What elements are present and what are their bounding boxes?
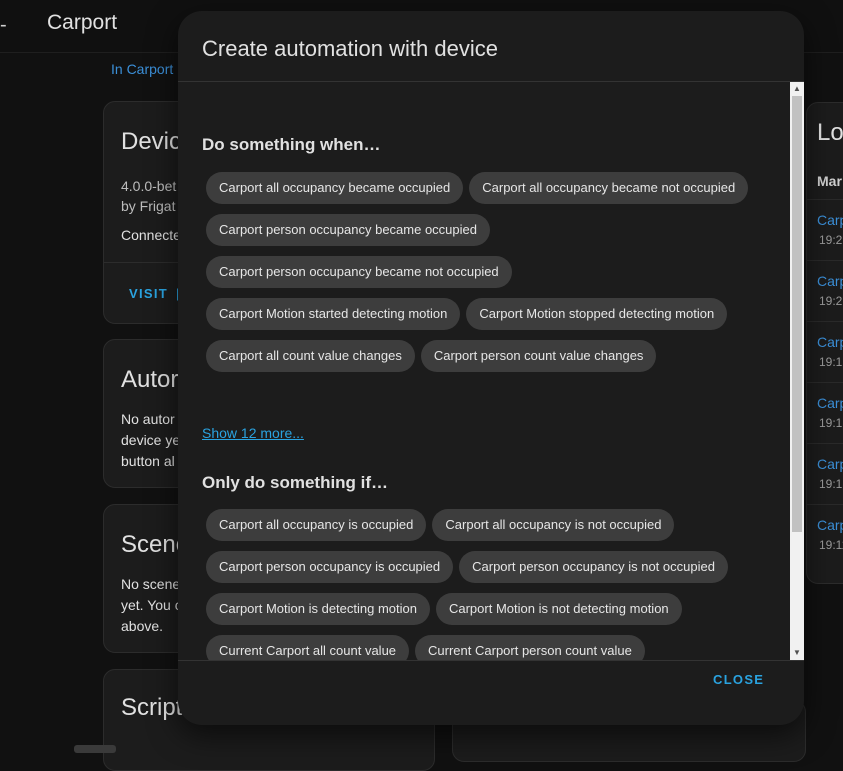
condition-chip[interactable]: Carport person occupancy is not occupied — [459, 551, 728, 583]
logbook-entry-time: 19:12 — [819, 477, 843, 491]
condition-chip[interactable]: Carport all occupancy is occupied — [206, 509, 427, 541]
trigger-chip[interactable]: Carport all count value changes — [206, 340, 415, 372]
scenes-text-line: No scene — [121, 576, 181, 592]
logbook-entry-name[interactable]: Carp — [817, 456, 843, 472]
show-more-link[interactable]: Show 12 more... — [202, 425, 304, 441]
logbook-entry-name[interactable]: Carp — [817, 517, 843, 533]
trigger-chip[interactable]: Carport all occupancy became occupied — [206, 172, 464, 204]
logbook-entry-name[interactable]: Carp — [817, 395, 843, 411]
scroll-up-arrow-icon[interactable]: ▲ — [790, 82, 804, 96]
taskbar-button[interactable] — [74, 745, 116, 753]
logbook-date: Mar — [817, 173, 842, 189]
dialog-scrollbar[interactable]: ▲ ▼ — [790, 82, 804, 660]
trigger-chip[interactable]: Carport person count value changes — [420, 340, 657, 372]
scrollbar-thumb[interactable] — [792, 96, 802, 532]
logbook-entry-name[interactable]: Carp — [817, 212, 843, 228]
device-card-title: Devic — [121, 128, 182, 155]
dialog-footer-divider — [178, 660, 804, 661]
condition-chip[interactable]: Current Carport person count value — [415, 635, 645, 660]
scenes-text-line: above. — [121, 618, 164, 634]
condition-chip[interactable]: Carport Motion is not detecting motion — [435, 593, 682, 625]
conditions-heading: Only do something if… — [202, 473, 389, 492]
logbook-entry[interactable]: Carp 19:12 — [807, 382, 843, 443]
logbook-entry-time: 19:11 — [819, 538, 843, 552]
trigger-chip[interactable]: Carport Motion stopped detecting motion — [466, 298, 728, 330]
page-title: Carport — [47, 11, 118, 34]
trigger-chip[interactable]: Carport person occupancy became not occu… — [206, 256, 512, 288]
logbook-entry-name[interactable]: Carp — [817, 334, 843, 350]
condition-chip[interactable]: Current Carport all count value — [206, 635, 410, 660]
logbook-entry[interactable]: Carp 19:22 — [807, 260, 843, 321]
triggers-heading: Do something when… — [202, 135, 381, 154]
trigger-chip[interactable]: Carport all occupancy became not occupie… — [469, 172, 749, 204]
logbook-entry[interactable]: Carp 19:11 — [807, 504, 843, 565]
scroll-down-arrow-icon[interactable]: ▼ — [790, 646, 804, 660]
logbook-entry[interactable]: Carp 19:12 — [807, 321, 843, 382]
logbook-entry-time: 19:12 — [819, 416, 843, 430]
condition-chip[interactable]: Carport person occupancy is occupied — [206, 551, 454, 583]
condition-chip[interactable]: Carport all occupancy is not occupied — [432, 509, 675, 541]
create-automation-dialog: Create automation with device Do somethi… — [178, 11, 804, 725]
back-button[interactable]: - — [0, 14, 7, 37]
logbook-entry-time: 19:22 — [819, 294, 843, 308]
dialog-content[interactable]: Do something when… Carport all occupancy… — [178, 82, 804, 660]
logbook-entry-time: 19:22 — [819, 233, 843, 247]
condition-chip[interactable]: Carport Motion is detecting motion — [206, 593, 430, 625]
visit-button[interactable]: VISIT — [129, 286, 168, 301]
trigger-chip[interactable]: Carport Motion started detecting motion — [206, 298, 461, 330]
logbook-entry-name[interactable]: Carp — [817, 273, 843, 289]
logbook-title: Lo — [817, 119, 843, 146]
breadcrumb-link[interactable]: In Carport — [111, 61, 173, 77]
scenes-text-line: yet. You c — [121, 597, 182, 613]
condition-chip-list: Carport all occupancy is occupied Carpor… — [206, 509, 766, 660]
automations-card-title: Autor — [121, 366, 179, 393]
logbook-card: Lo Mar Carp 19:22 Carp 19:22 Carp 19:12 … — [806, 102, 843, 584]
automations-text-line: device ye — [121, 432, 181, 448]
logbook-entry[interactable]: Carp 19:12 — [807, 443, 843, 504]
device-manufacturer: by Frigat — [121, 198, 176, 214]
trigger-chip[interactable]: Carport person occupancy became occupied — [206, 214, 490, 246]
device-version: 4.0.0-bet — [121, 178, 177, 194]
device-connection: Connecte — [121, 227, 181, 243]
automations-text-line: button al — [121, 453, 175, 469]
logbook-entry-time: 19:12 — [819, 355, 843, 369]
close-button[interactable]: CLOSE — [713, 672, 764, 687]
dialog-title: Create automation with device — [202, 36, 498, 61]
trigger-chip-list: Carport all occupancy became occupied Ca… — [206, 172, 766, 372]
automations-text-line: No autor — [121, 411, 175, 427]
logbook-entry[interactable]: Carp 19:22 — [807, 199, 843, 260]
